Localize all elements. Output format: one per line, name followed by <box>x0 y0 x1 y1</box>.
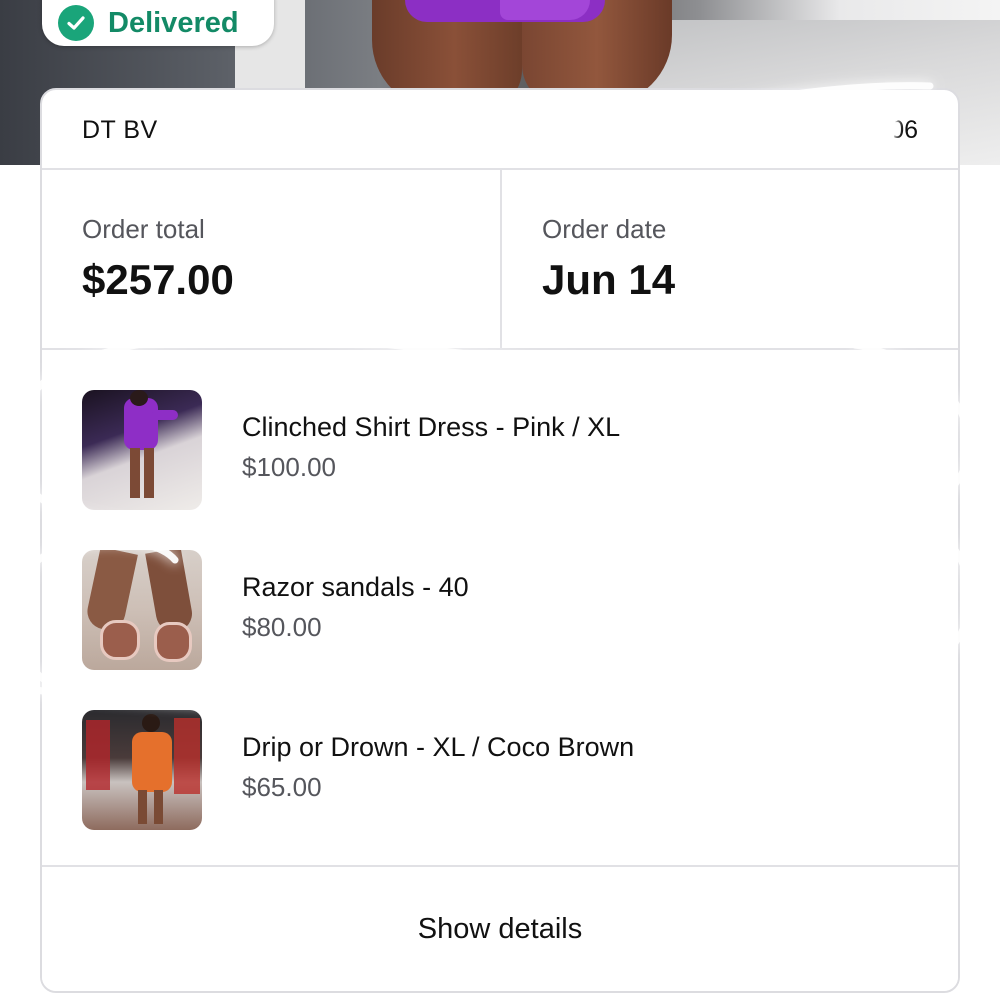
order-total-value: $257.00 <box>82 256 234 303</box>
item-title: Clinched Shirt Dress - Pink / XL <box>242 412 621 442</box>
order-total-label: Order total <box>82 214 205 244</box>
order-summary: Order total $257.00 Order date Jun 14 <box>42 170 958 350</box>
item-price: $80.00 <box>242 612 322 642</box>
order-item[interactable]: Clinched Shirt Dress - Pink / XL $100.00 <box>42 350 958 510</box>
shop-name: DT BV <box>82 116 158 144</box>
redaction-mark <box>716 106 896 148</box>
order-card: DT BV C06 Order total $257.00 Order date… <box>40 88 960 993</box>
item-price: $65.00 <box>242 772 322 802</box>
order-card-header: DT BV C06 <box>42 90 958 170</box>
item-thumbnail[interactable] <box>82 390 202 510</box>
order-date-label: Order date <box>542 214 667 244</box>
item-title: Drip or Drown - XL / Coco Brown <box>242 732 635 762</box>
photo-garment-fold <box>500 0 590 20</box>
item-thumbnail[interactable] <box>82 550 202 670</box>
order-date-value: Jun 14 <box>542 256 676 303</box>
item-title: Razor sandals - 40 <box>242 572 469 602</box>
order-date-cell: Order date Jun 14 <box>500 170 958 348</box>
show-details-button[interactable]: Show details <box>42 865 958 991</box>
order-item[interactable]: Razor sandals - 40 $80.00 <box>42 510 958 670</box>
delivery-status-label: Delivered <box>108 6 239 39</box>
item-price: $100.00 <box>242 452 336 482</box>
order-item[interactable]: Drip or Drown - XL / Coco Brown $65.00 <box>42 670 958 830</box>
order-total-cell: Order total $257.00 <box>42 170 500 348</box>
delivery-status-badge: Delivered <box>42 0 274 46</box>
item-thumbnail[interactable] <box>82 710 202 830</box>
check-circle-icon <box>58 5 94 41</box>
